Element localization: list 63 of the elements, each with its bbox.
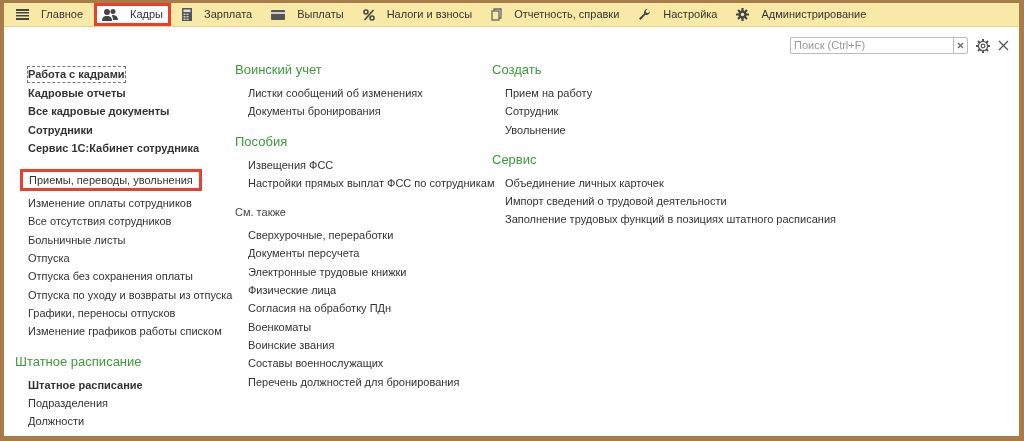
nav-link[interactable]: Листки сообщений об изменениях [248, 84, 423, 103]
nav-link[interactable]: Штатное расписание [28, 375, 143, 394]
nav-link[interactable]: Отпуска без сохранения оплаты [28, 267, 193, 286]
section-heading: Создать [492, 61, 543, 79]
nav-link[interactable]: Настройки прямых выплат ФСС по сотрудникам [248, 173, 495, 193]
nav-link[interactable]: Документы персучета [248, 244, 360, 263]
section-heading: Штатное расписание [15, 352, 143, 371]
menu-tab[interactable]: Настройка [630, 3, 726, 26]
nav-link[interactable]: Объединение личных карточек [505, 173, 664, 193]
clear-button[interactable] [953, 37, 968, 54]
nav-link[interactable]: Приемы, переводы, увольнения [20, 169, 202, 192]
nav-link[interactable]: Извещения ФСС [248, 155, 334, 174]
section-heading: Сервис [492, 150, 538, 169]
people-icon [102, 8, 119, 21]
menu-tab[interactable]: Главное [8, 3, 92, 26]
nav-link[interactable]: Подразделения [28, 393, 108, 413]
nav-link[interactable]: Воинские звания [248, 335, 335, 355]
menu-icon [16, 9, 29, 20]
documents-icon [491, 8, 503, 21]
nav-link[interactable]: Все кадровые документы [28, 102, 170, 121]
nav-link[interactable]: Увольнение [505, 120, 566, 139]
nav-link[interactable]: Физические лица [248, 281, 337, 300]
nav-link[interactable]: Графики, переносы отпусков [28, 303, 176, 323]
nav-link[interactable]: Работа с кадрами [28, 67, 125, 82]
nav-link[interactable]: Должности [28, 412, 85, 431]
nav-link[interactable]: Все отсутствия сотрудников [28, 212, 172, 231]
close-icon[interactable] [998, 40, 1009, 51]
percent-icon [362, 8, 375, 21]
menu-tab[interactable]: Выплаты [263, 3, 352, 26]
nav-link[interactable]: Перечень должностей для бронирования [248, 372, 460, 391]
section-heading: Пособия [235, 132, 289, 151]
nav-link[interactable]: Отпуска [28, 249, 70, 268]
menu-tab[interactable]: Кадры [94, 3, 171, 26]
settings-icon[interactable] [976, 38, 990, 53]
card-icon [271, 9, 286, 20]
section-heading: Воинский учет [235, 61, 323, 79]
search-field[interactable]: Поиск (Ctrl+F) [790, 37, 953, 54]
nav-link[interactable]: Импорт сведений о трудовой деятельности [505, 192, 727, 211]
nav-link[interactable]: Военкоматы [248, 317, 312, 336]
nav-link[interactable]: Изменение графиков работы списком [28, 322, 222, 341]
menu-tab[interactable]: Администрирование [728, 3, 875, 26]
nav-link[interactable]: Сотрудники [28, 120, 93, 139]
nav-link[interactable]: Отпуска по уходу и возвраты из отпуска [28, 285, 233, 304]
nav-link[interactable]: Сверхурочные, переработки [248, 226, 394, 245]
calculator-icon [182, 8, 192, 21]
nav-link[interactable]: Больничные листы [28, 230, 126, 250]
nav-link[interactable]: Кадровые отчеты [28, 84, 126, 103]
wrench-icon [638, 8, 652, 21]
see-also-label: См. также [235, 205, 287, 221]
nav-link[interactable]: Электронные трудовые книжки [248, 262, 407, 282]
menu-tab[interactable]: Отчетность, справки [483, 3, 628, 26]
nav-link[interactable]: Изменение оплаты сотрудников [28, 194, 192, 213]
nav-link[interactable]: Сервис 1С:Кабинет сотрудника [28, 138, 200, 158]
nav-link[interactable]: Прием на работу [505, 84, 593, 103]
nav-link[interactable]: Составы военнослужащих [248, 354, 384, 373]
menu-tab[interactable]: Зарплата [174, 3, 261, 26]
menu-tab[interactable]: Налоги и взносы [354, 3, 481, 26]
clear-icon [957, 42, 964, 49]
nav-link[interactable]: Документы бронирования [248, 102, 381, 121]
gear-icon [736, 8, 750, 21]
nav-link[interactable]: Сотрудник [505, 102, 559, 121]
nav-link[interactable]: Заполнение трудовых функций в позициях штатного расписания [505, 210, 836, 229]
nav-link[interactable]: Согласия на обработку ПДн [248, 299, 392, 318]
